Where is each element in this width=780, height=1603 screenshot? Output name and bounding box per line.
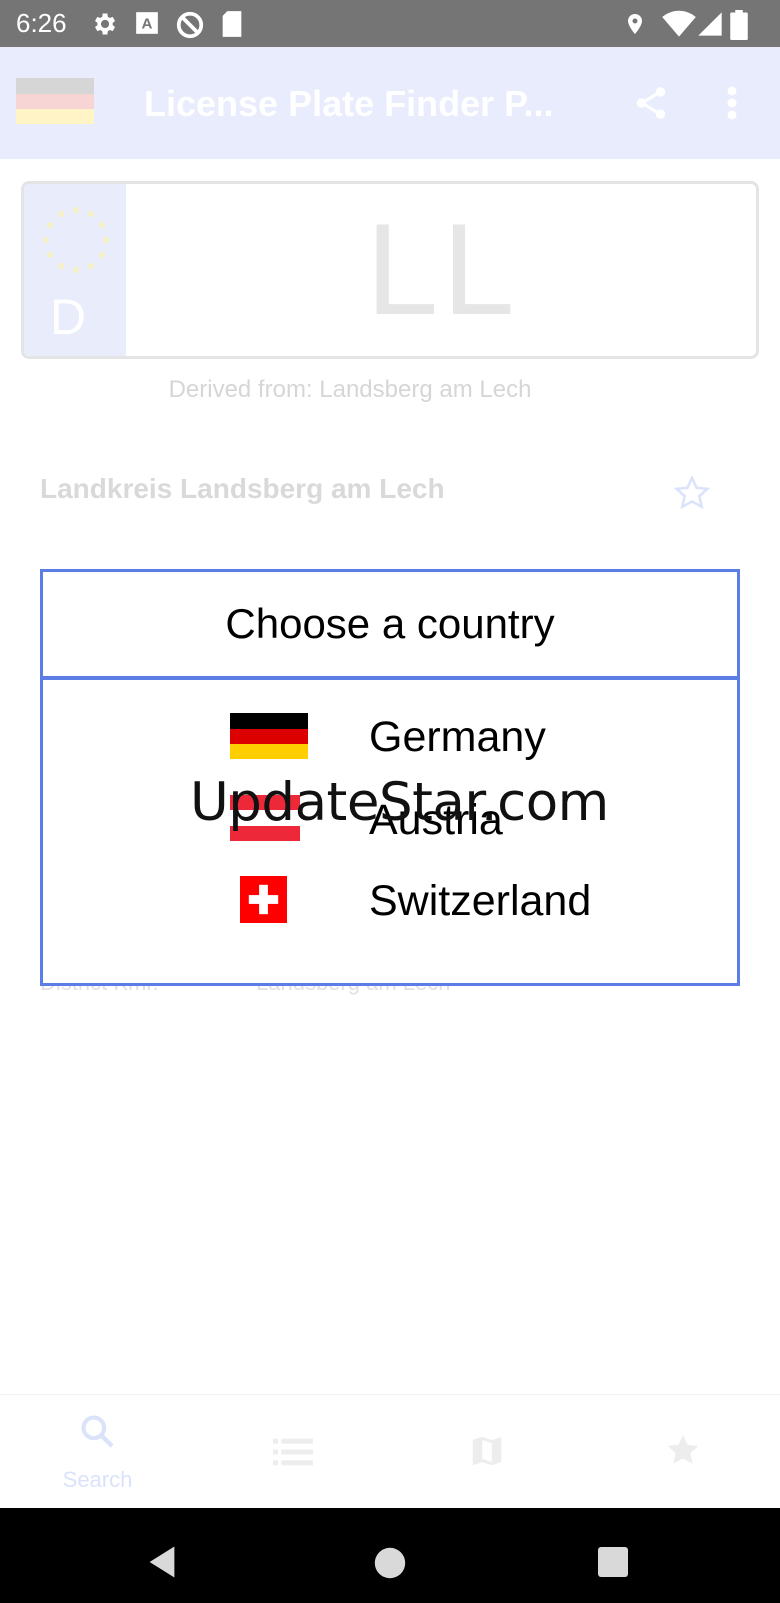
- nav-item-list[interactable]: [195, 1395, 390, 1509]
- share-icon[interactable]: [632, 83, 670, 123]
- derived-from-text: Derived from: Landsberg am Lech: [168, 376, 532, 403]
- map-icon: [472, 1436, 502, 1466]
- germany-flag-icon[interactable]: [16, 78, 94, 124]
- nav-item-map[interactable]: [390, 1395, 585, 1509]
- app-title: License Plate Finder P...: [144, 83, 554, 124]
- country-name-germany: Germany: [369, 713, 546, 761]
- germany-flag-icon: [230, 713, 308, 759]
- recents-icon[interactable]: [598, 1547, 628, 1577]
- search-icon: [81, 1415, 114, 1448]
- country-option-germany[interactable]: Germany: [43, 697, 737, 777]
- country-option-switzerland[interactable]: Switzerland: [43, 861, 737, 941]
- district-name: Landkreis Landsberg am Lech: [40, 473, 445, 504]
- status-bar: 6:26 A: [0, 0, 780, 47]
- signal-icon: [698, 12, 722, 36]
- plate-country-letter: D: [50, 289, 87, 345]
- home-icon[interactable]: [374, 1547, 406, 1579]
- eu-stars-icon: [43, 207, 109, 273]
- nav-item-favorites[interactable]: [585, 1395, 780, 1509]
- favorite-star-icon[interactable]: [672, 474, 712, 512]
- battery-icon: [730, 10, 748, 40]
- nav-item-search[interactable]: Search: [0, 1395, 195, 1509]
- star-icon: [667, 1434, 699, 1464]
- a-box-icon: A: [136, 12, 158, 34]
- location-icon: [628, 14, 642, 34]
- eu-band: D: [24, 184, 126, 356]
- watermark-text: UpdateStar.com: [190, 772, 609, 833]
- plate-code: LL: [366, 196, 519, 342]
- license-plate: D LL: [21, 181, 759, 359]
- wifi-icon: [662, 10, 696, 37]
- list-icon: [273, 1438, 313, 1466]
- svg-text:A: A: [142, 15, 153, 32]
- country-name-switzerland: Switzerland: [369, 877, 592, 925]
- switzerland-flag-icon: [240, 876, 287, 923]
- nav-label-search: Search: [62, 1467, 133, 1492]
- sd-card-icon: [222, 11, 242, 37]
- no-sync-icon: [176, 11, 204, 39]
- dialog-title: Choose a country: [225, 600, 555, 647]
- app-bar: License Plate Finder P...: [0, 47, 780, 159]
- system-nav-bar: [0, 1508, 780, 1603]
- more-vert-icon[interactable]: [726, 85, 738, 121]
- gear-icon: [95, 13, 116, 35]
- bottom-nav: Search: [0, 1394, 780, 1509]
- back-icon[interactable]: [146, 1545, 178, 1579]
- dialog-divider: [43, 676, 737, 680]
- status-time: 6:26: [16, 8, 67, 38]
